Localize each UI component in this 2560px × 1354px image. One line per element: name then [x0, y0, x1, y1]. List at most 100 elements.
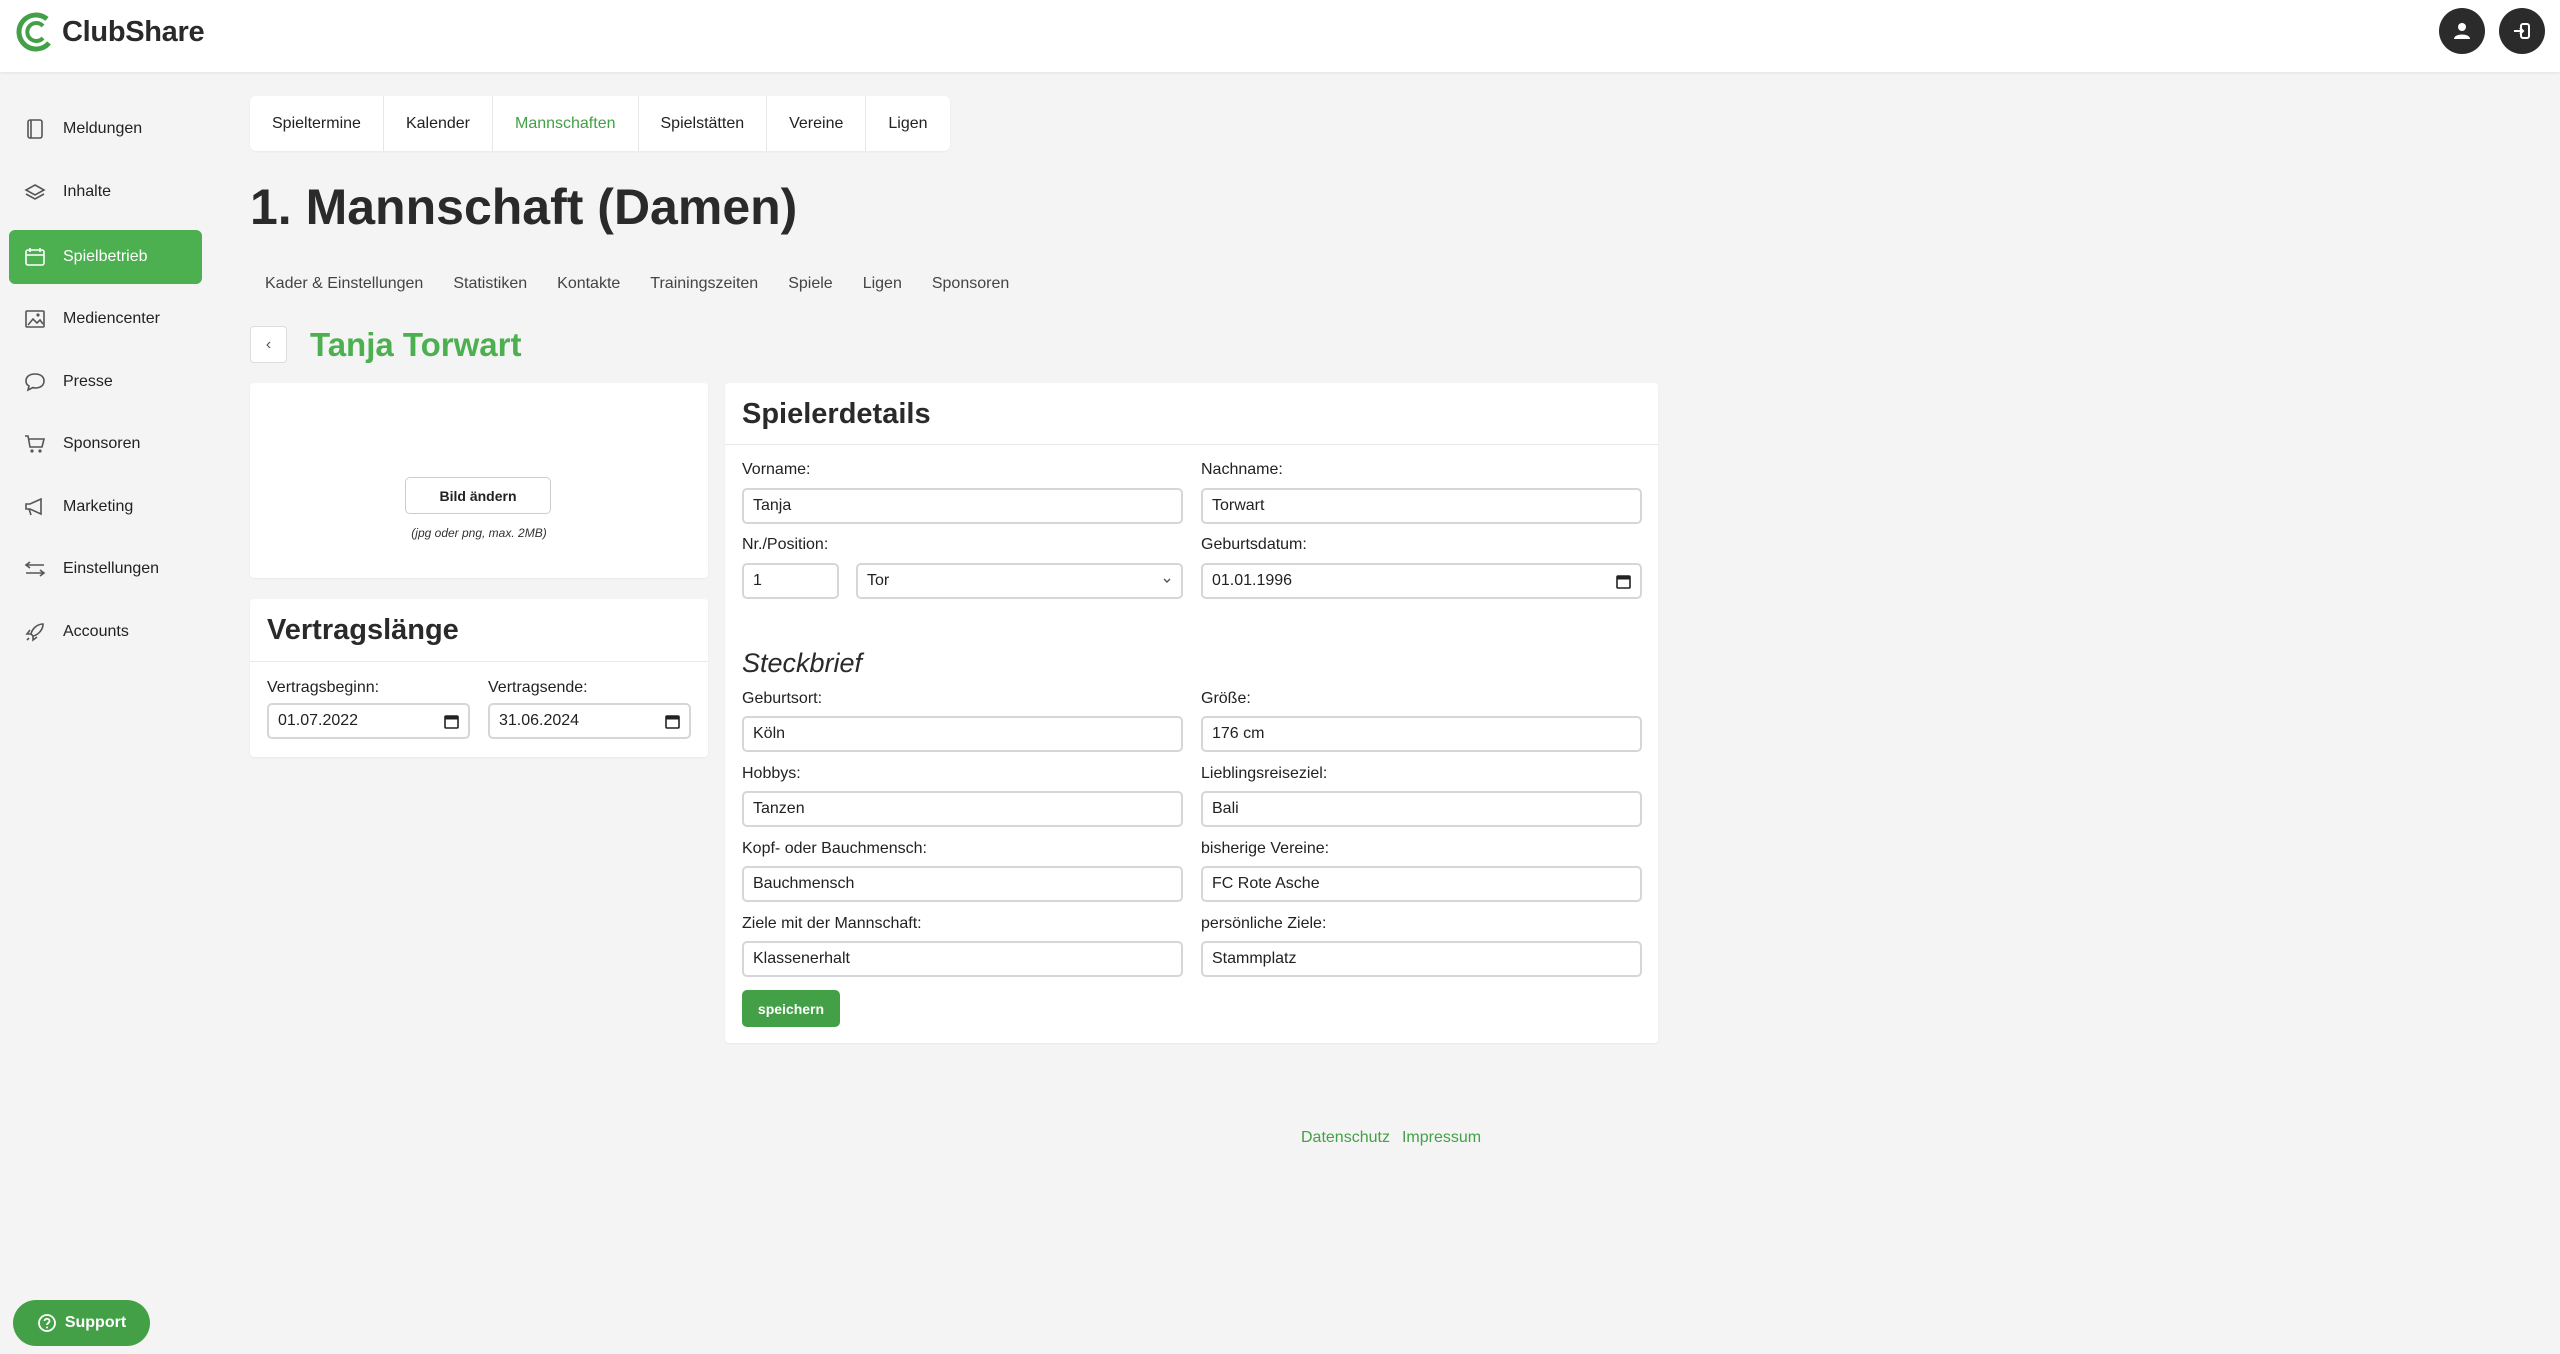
team-subtabs: Kader & Einstellungen Statistiken Kontak… — [265, 275, 1039, 293]
user-icon — [2454, 23, 2470, 39]
back-button[interactable]: ‹ — [250, 326, 287, 363]
brand-logo[interactable]: ClubShare — [16, 12, 205, 52]
save-button[interactable]: speichern — [742, 990, 840, 1027]
tab-vereine[interactable]: Vereine — [767, 96, 867, 151]
position-select[interactable]: Tor — [856, 563, 1183, 599]
sidebar-item-label: Einstellungen — [63, 560, 160, 577]
divider — [250, 661, 708, 662]
sidebar-item-presse[interactable]: Presse — [9, 355, 202, 409]
datenschutz-link[interactable]: Datenschutz — [1301, 1129, 1390, 1147]
tab-kalender[interactable]: Kalender — [384, 96, 493, 151]
top-header: ClubShare — [0, 0, 2560, 72]
tab-ligen[interactable]: Ligen — [866, 96, 949, 151]
geburtsdatum-field[interactable]: 01.01.1996 — [1201, 563, 1642, 599]
impressum-link[interactable]: Impressum — [1402, 1129, 1481, 1147]
subtab-statistiken[interactable]: Statistiken — [453, 275, 527, 293]
rocket-icon — [23, 620, 47, 644]
chevron-left-icon: ‹ — [265, 335, 272, 353]
brand-name: ClubShare — [62, 15, 205, 48]
subtab-sponsoren[interactable]: Sponsoren — [932, 275, 1009, 293]
clubshare-logo-icon — [16, 12, 56, 52]
groesse-label: Größe: — [1201, 690, 1251, 707]
ziele-persoenlich-value: Stammplatz — [1212, 950, 1297, 967]
kopf-bauch-label: Kopf- oder Bauchmensch: — [742, 840, 927, 857]
vereine-label: bisherige Vereine: — [1201, 840, 1330, 857]
nachname-value: Torwart — [1212, 497, 1265, 514]
sidebar-item-spielbetrieb[interactable]: Spielbetrieb — [9, 230, 202, 284]
number-field[interactable]: 1 — [742, 563, 839, 599]
steckbrief-title: Steckbrief — [742, 648, 863, 678]
calendar-icon — [1616, 575, 1631, 589]
vorname-field[interactable]: Tanja — [742, 488, 1183, 524]
groesse-field[interactable]: 176 cm — [1201, 716, 1642, 752]
subtab-ligen[interactable]: Ligen — [863, 275, 902, 293]
position-value: Tor — [867, 572, 890, 589]
change-image-button[interactable]: Bild ändern — [405, 477, 551, 514]
groesse-value: 176 cm — [1212, 725, 1265, 742]
sidebar-item-label: Marketing — [63, 498, 134, 515]
number-value: 1 — [753, 572, 762, 589]
chat-bubble-icon — [23, 370, 47, 394]
kopf-bauch-field[interactable]: Bauchmensch — [742, 866, 1183, 902]
sidebar: Meldungen Inhalte Spielbetrieb Mediencen… — [0, 72, 210, 1354]
image-icon — [23, 307, 47, 331]
support-button[interactable]: Support — [13, 1300, 150, 1346]
contract-end-label: Vertragsende: — [488, 679, 588, 696]
vereine-field[interactable]: FC Rote Asche — [1201, 866, 1642, 902]
main-tabs: Spieltermine Kalender Mannschaften Spiel… — [250, 96, 950, 151]
divider — [725, 444, 1658, 445]
hobbys-label: Hobbys: — [742, 765, 801, 782]
sidebar-item-label: Sponsoren — [63, 435, 141, 452]
megaphone-icon — [23, 495, 47, 519]
help-icon — [37, 1314, 56, 1332]
geburtsdatum-value: 01.01.1996 — [1212, 572, 1293, 589]
subtab-trainingszeiten[interactable]: Trainingszeiten — [650, 275, 758, 293]
tab-spieltermine[interactable]: Spieltermine — [250, 96, 384, 151]
sidebar-item-inhalte[interactable]: Inhalte — [9, 165, 202, 219]
sidebar-item-einstellungen[interactable]: Einstellungen — [9, 542, 202, 596]
hobbys-value: Tanzen — [753, 800, 805, 817]
tab-spielstaetten[interactable]: Spielstätten — [639, 96, 768, 151]
sidebar-item-label: Meldungen — [63, 120, 143, 137]
logout-icon — [2514, 23, 2530, 39]
chevron-down-icon — [1163, 578, 1171, 583]
ziele-persoenlich-field[interactable]: Stammplatz — [1201, 941, 1642, 977]
image-hint: (jpg oder png, max. 2MB) — [411, 526, 547, 540]
sidebar-item-mediencenter[interactable]: Mediencenter — [9, 292, 202, 346]
ziele-mannschaft-field[interactable]: Klassenerhalt — [742, 941, 1183, 977]
nachname-label: Nachname: — [1201, 461, 1283, 478]
footer-links: Datenschutz Impressum — [1301, 1129, 1481, 1147]
vorname-value: Tanja — [753, 497, 792, 514]
geburtsort-label: Geburtsort: — [742, 690, 823, 707]
tab-mannschaften[interactable]: Mannschaften — [493, 96, 639, 151]
hobbys-field[interactable]: Tanzen — [742, 791, 1183, 827]
logout-button[interactable] — [2499, 8, 2545, 54]
profile-button[interactable] — [2439, 8, 2485, 54]
nachname-field[interactable]: Torwart — [1201, 488, 1642, 524]
contract-start-label: Vertragsbeginn: — [267, 679, 380, 696]
kopf-bauch-value: Bauchmensch — [753, 875, 855, 892]
reiseziel-field[interactable]: Bali — [1201, 791, 1642, 827]
subtab-kontakte[interactable]: Kontakte — [557, 275, 620, 293]
contract-end-input[interactable]: 31.06.2024 — [488, 703, 691, 739]
player-image-card: Bild ändern (jpg oder png, max. 2MB) — [250, 383, 708, 578]
sidebar-item-sponsoren[interactable]: Sponsoren — [9, 417, 202, 471]
support-label: Support — [64, 1314, 127, 1331]
contract-start-value: 01.07.2022 — [278, 712, 359, 729]
contract-start-input[interactable]: 01.07.2022 — [267, 703, 470, 739]
sidebar-item-accounts[interactable]: Accounts — [9, 605, 202, 659]
subtab-kader[interactable]: Kader & Einstellungen — [265, 275, 423, 293]
ziele-persoenlich-label: persönliche Ziele: — [1201, 915, 1327, 932]
sidebar-item-label: Spielbetrieb — [63, 248, 148, 265]
contract-title: Vertragslänge — [267, 614, 459, 646]
sidebar-item-label: Accounts — [63, 623, 129, 640]
ziele-mannschaft-value: Klassenerhalt — [753, 950, 850, 967]
geburtsort-value: Köln — [753, 725, 786, 742]
sidebar-item-marketing[interactable]: Marketing — [9, 480, 202, 534]
geburtsort-field[interactable]: Köln — [742, 716, 1183, 752]
player-details-card: Spielerdetails Vorname: Tanja Nachname: … — [725, 383, 1658, 1043]
sidebar-item-meldungen[interactable]: Meldungen — [9, 102, 202, 156]
contract-card: Vertragslänge Vertragsbeginn: 01.07.2022… — [250, 599, 708, 757]
subtab-spiele[interactable]: Spiele — [788, 275, 832, 293]
sliders-icon — [23, 557, 47, 581]
